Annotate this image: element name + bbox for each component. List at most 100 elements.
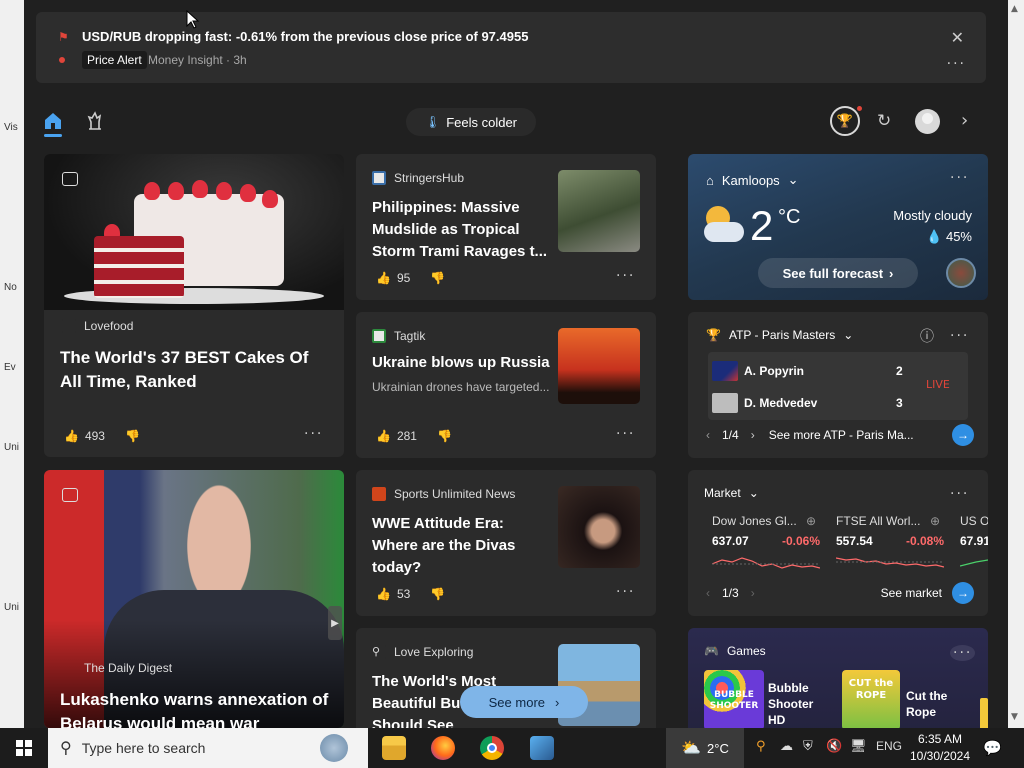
chevron-right-icon[interactable]: ›: [751, 586, 755, 600]
arrow-right-icon[interactable]: →: [952, 424, 974, 446]
thumbs-up-icon[interactable]: 👍: [376, 587, 391, 601]
add-icon[interactable]: ⊕: [806, 514, 816, 528]
firefox-icon[interactable]: [431, 736, 455, 760]
taskbar-weather[interactable]: ⛅ 2°C: [666, 728, 744, 768]
thumbs-down-icon[interactable]: 👎: [430, 271, 445, 285]
windows-icon: [16, 740, 32, 756]
headline[interactable]: Philippines: Massive Mudslide as Tropica…: [372, 197, 552, 263]
chevron-right-icon[interactable]: ›: [961, 110, 968, 131]
weather-map-button[interactable]: [946, 258, 976, 288]
headline[interactable]: The World's 37 BEST Cakes Of All Time, R…: [60, 346, 330, 394]
market-item[interactable]: FTSE All Worl... ⊕ 557.54 -0.08%: [836, 514, 944, 568]
more-options-icon[interactable]: ···: [616, 584, 635, 600]
more-options-icon[interactable]: ···: [950, 486, 969, 502]
sparkline: [712, 557, 820, 569]
more-options-icon[interactable]: ···: [950, 645, 976, 661]
price-alert-notification[interactable]: ⚑ USD/RUB dropping fast: -0.61% from the…: [36, 12, 986, 83]
chevron-right-icon[interactable]: ›: [751, 428, 755, 442]
more-options-icon[interactable]: ···: [304, 426, 323, 442]
thumbs-down-icon[interactable]: 👎: [430, 587, 445, 601]
volume-muted-icon[interactable]: 🔇: [826, 739, 842, 754]
feels-colder-pill[interactable]: 🌡 Feels colder: [406, 108, 536, 136]
game-title[interactable]: Cut the Rope: [906, 688, 966, 720]
more-options-icon[interactable]: ···: [950, 328, 969, 344]
thumbs-up-icon[interactable]: 👍: [64, 429, 79, 443]
carousel-next-button[interactable]: ▶: [328, 606, 342, 640]
see-full-forecast-button[interactable]: See full forecast ›: [758, 258, 918, 288]
file-explorer-icon[interactable]: [382, 736, 406, 760]
fire-thumbnail: [558, 328, 640, 404]
headline[interactable]: Lukashenko warns annexation of Belarus w…: [60, 688, 340, 728]
more-options-icon[interactable]: ···: [616, 426, 635, 442]
market-selector[interactable]: Market ⌄: [704, 486, 759, 500]
more-options-icon[interactable]: ···: [947, 56, 966, 72]
see-more-button[interactable]: See more ›: [460, 686, 588, 718]
news-card-wwe[interactable]: Sports Unlimited News WWE Attitude Era: …: [356, 470, 656, 616]
alert-title[interactable]: USD/RUB dropping fast: -0.61% from the p…: [82, 29, 528, 44]
sports-tab[interactable]: [84, 110, 106, 132]
info-icon[interactable]: ⓘ: [920, 326, 934, 346]
mudslide-thumbnail: [558, 170, 640, 252]
droplet-icon: 💧: [926, 229, 943, 244]
thumbs-down-icon[interactable]: 👎: [437, 429, 452, 443]
games-card[interactable]: 🎮 Games ··· BUBBLE SHOOTER Bubble Shoote…: [688, 628, 988, 728]
cut-the-rope-thumbnail[interactable]: CUT the ROPE: [842, 670, 900, 728]
headline[interactable]: Ukraine blows up Russia: [372, 352, 552, 374]
close-icon[interactable]: ✕: [951, 28, 964, 47]
network-icon[interactable]: 🖥: [850, 739, 867, 754]
cloud-icon[interactable]: ☁: [780, 739, 793, 754]
market-item[interactable]: Dow Jones Gl... ⊕ 637.07 -0.06%: [712, 514, 820, 569]
headline[interactable]: WWE Attitude Era: Where are the Divas to…: [372, 513, 548, 579]
atp-scores-card[interactable]: 🏆 ATP - Paris Masters ⌄ ⓘ ··· A. Popyrin…: [688, 312, 988, 458]
market-card[interactable]: Market ⌄ ··· Dow Jones Gl... ⊕ 637.07 -0…: [688, 470, 988, 616]
home-icon: [45, 113, 61, 129]
add-icon[interactable]: ⊕: [930, 514, 940, 528]
scroll-up-icon[interactable]: ▲: [1011, 4, 1018, 14]
see-market-link[interactable]: See market: [769, 586, 942, 600]
news-card-ukraine[interactable]: Tagtik Ukraine blows up Russia Ukrainian…: [356, 312, 656, 458]
app-icon[interactable]: [530, 736, 554, 760]
search-tray-icon[interactable]: ⚲: [756, 739, 766, 754]
refresh-icon[interactable]: ↻: [877, 111, 891, 131]
widgets-panel: ⚑ USD/RUB dropping fast: -0.61% from the…: [24, 0, 1008, 728]
thumbs-down-icon[interactable]: 👎: [125, 429, 140, 443]
humidity: 💧 45%: [926, 229, 972, 244]
home-tab[interactable]: [42, 110, 64, 137]
taskbar-search-box[interactable]: ⚲ Type here to search: [48, 728, 368, 768]
market-item[interactable]: US O 67.91: [960, 514, 988, 567]
news-card-philippines[interactable]: StringersHub Philippines: Massive Mudsli…: [356, 154, 656, 300]
scroll-down-icon[interactable]: ▼: [1011, 712, 1018, 722]
location-selector[interactable]: ⌂ Kamloops ⌄: [706, 172, 799, 188]
avatar[interactable]: [915, 109, 940, 134]
scrollbar[interactable]: ▲ ▼: [1008, 0, 1024, 728]
desktop-label: Vis: [4, 122, 18, 133]
league-selector[interactable]: 🏆 ATP - Paris Masters ⌄: [706, 328, 853, 342]
chevron-left-icon[interactable]: ‹: [706, 428, 710, 442]
clock[interactable]: 6:35 AM 10/30/2024: [908, 731, 972, 765]
source-label: Tagtik: [372, 329, 425, 343]
desktop-label: Ev: [4, 362, 16, 373]
start-button[interactable]: [0, 728, 48, 768]
snippet: Ukrainian drones have targeted...: [372, 380, 550, 394]
more-options-icon[interactable]: ···: [950, 170, 969, 186]
chrome-icon[interactable]: [480, 736, 504, 760]
game-title[interactable]: Bubble Shooter HD: [768, 680, 828, 728]
scoreboard[interactable]: A. Popyrin 2 D. Medvedev 3 LIVE: [708, 352, 968, 420]
see-more-link[interactable]: See more ATP - Paris Ma...: [769, 428, 952, 442]
news-card-lukashenko[interactable]: ▶ The Daily Digest Lukashenko warns anne…: [44, 470, 344, 728]
chevron-left-icon[interactable]: ‹: [706, 586, 710, 600]
language-indicator[interactable]: ENG: [876, 739, 902, 753]
temperature-unit: °C: [778, 206, 801, 228]
thermometer-icon: 🌡: [424, 115, 441, 129]
thumbs-up-icon[interactable]: 👍: [376, 271, 391, 285]
notifications-icon[interactable]: 💬: [983, 739, 1002, 757]
thumbs-up-icon[interactable]: 👍: [376, 429, 391, 443]
weather-card[interactable]: ⌂ Kamloops ⌄ ··· 2 °C Mostly cloudy 💧 45…: [688, 154, 988, 300]
rewards-button[interactable]: 🏆: [830, 106, 862, 136]
news-card-cakes[interactable]: Lovefood The World's 37 BEST Cakes Of Al…: [44, 154, 344, 457]
bubble-shooter-thumbnail[interactable]: BUBBLE SHOOTER: [704, 670, 764, 728]
arrow-right-icon[interactable]: →: [952, 582, 974, 604]
more-options-icon[interactable]: ···: [616, 268, 635, 284]
condition: Mostly cloudy: [893, 208, 972, 223]
shield-icon[interactable]: ⛨: [803, 739, 813, 754]
